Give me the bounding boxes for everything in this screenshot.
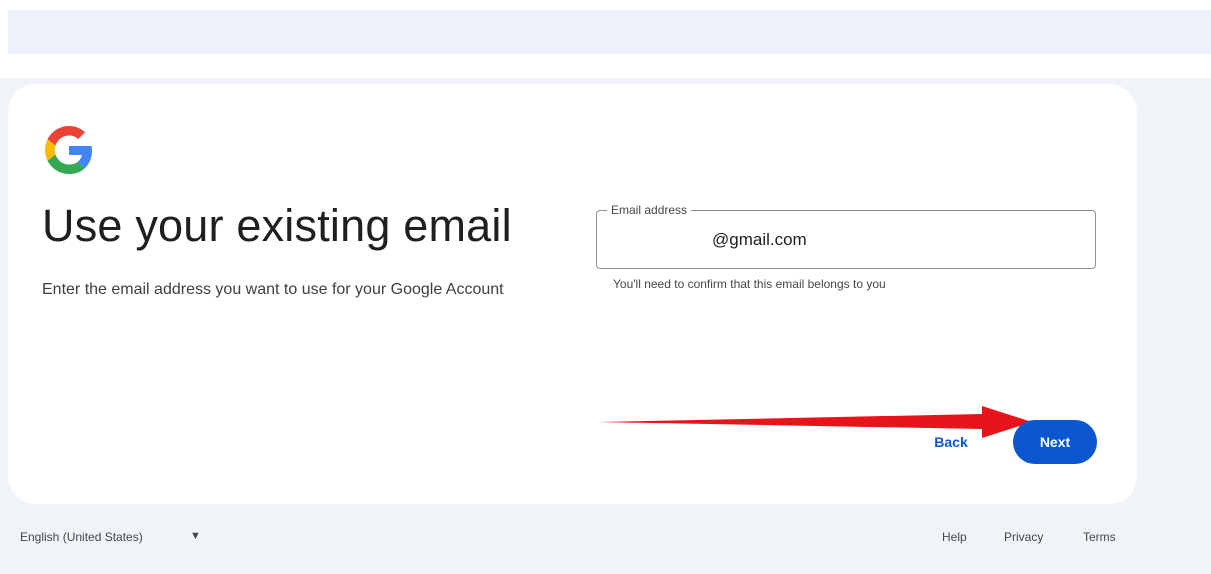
signin-card: Use your existing email Enter the email … xyxy=(8,84,1137,504)
terms-link[interactable]: Terms xyxy=(1083,530,1116,544)
browser-top-band xyxy=(8,10,1211,54)
next-button[interactable]: Next xyxy=(1013,420,1097,464)
help-link[interactable]: Help xyxy=(942,530,967,544)
footer: English (United States) ▼ Help Privacy T… xyxy=(0,520,1211,560)
privacy-link[interactable]: Privacy xyxy=(1004,530,1043,544)
back-button[interactable]: Back xyxy=(920,424,982,460)
email-input[interactable] xyxy=(611,211,1081,268)
email-helper-text: You'll need to confirm that this email b… xyxy=(613,277,886,291)
page-title: Use your existing email xyxy=(42,200,512,251)
google-g-icon xyxy=(45,126,92,174)
email-field[interactable]: Email address xyxy=(596,203,1096,269)
page-subtitle: Enter the email address you want to use … xyxy=(42,281,504,298)
caret-down-icon[interactable]: ▼ xyxy=(190,530,201,542)
language-selector[interactable]: English (United States) xyxy=(20,530,143,544)
